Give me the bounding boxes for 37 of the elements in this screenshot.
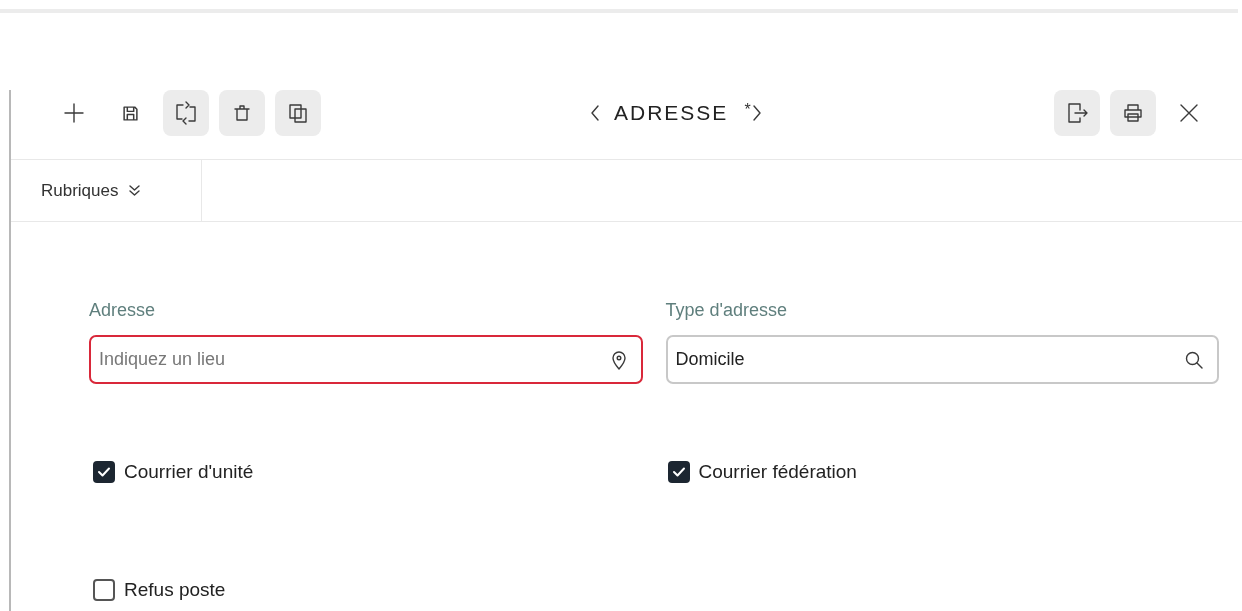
checkbox[interactable] bbox=[667, 461, 690, 484]
next-button[interactable] bbox=[751, 104, 762, 122]
plus-icon bbox=[64, 103, 84, 123]
modified-mark: * bbox=[744, 100, 751, 120]
checkbox-label: Refus poste bbox=[124, 577, 226, 602]
export-button[interactable] bbox=[1054, 90, 1100, 136]
chevron-right-icon bbox=[751, 104, 762, 122]
trash-button[interactable] bbox=[219, 90, 265, 136]
swap-icon bbox=[174, 101, 198, 125]
check-icon bbox=[97, 465, 111, 480]
double-chevron-down-icon bbox=[128, 185, 140, 196]
location-pin-icon bbox=[610, 349, 627, 370]
copy-icon bbox=[287, 102, 309, 124]
text-input[interactable]: Domicile bbox=[675, 346, 1185, 373]
copy-button[interactable] bbox=[275, 90, 321, 136]
checkbox[interactable] bbox=[93, 578, 115, 601]
checkbox-label: Courrier d'unité bbox=[124, 460, 254, 484]
text-input[interactable]: Indiquez un lieu bbox=[99, 346, 611, 373]
export-icon bbox=[1065, 101, 1089, 125]
field-label: Type d'adresse bbox=[665, 299, 788, 322]
sections-menu-button[interactable]: Rubriques bbox=[41, 177, 140, 204]
close-icon bbox=[1179, 103, 1199, 123]
address-field[interactable]: Indiquez un lieu bbox=[89, 335, 643, 384]
save-icon bbox=[121, 104, 139, 122]
print-icon bbox=[1123, 103, 1143, 123]
previous-button[interactable] bbox=[590, 104, 600, 122]
search-icon bbox=[1185, 350, 1203, 369]
trash-icon bbox=[234, 104, 250, 122]
swap-button[interactable] bbox=[163, 90, 209, 136]
checkbox[interactable] bbox=[93, 461, 115, 484]
check-icon bbox=[671, 465, 686, 480]
field-label: Adresse bbox=[89, 299, 157, 322]
chevron-left-icon bbox=[590, 104, 600, 122]
print-button[interactable] bbox=[1110, 90, 1156, 136]
search-field[interactable]: Domicile bbox=[665, 335, 1219, 384]
record-title: ADRESSE bbox=[614, 100, 729, 127]
checkbox-label: Courrier fédération bbox=[698, 460, 857, 484]
